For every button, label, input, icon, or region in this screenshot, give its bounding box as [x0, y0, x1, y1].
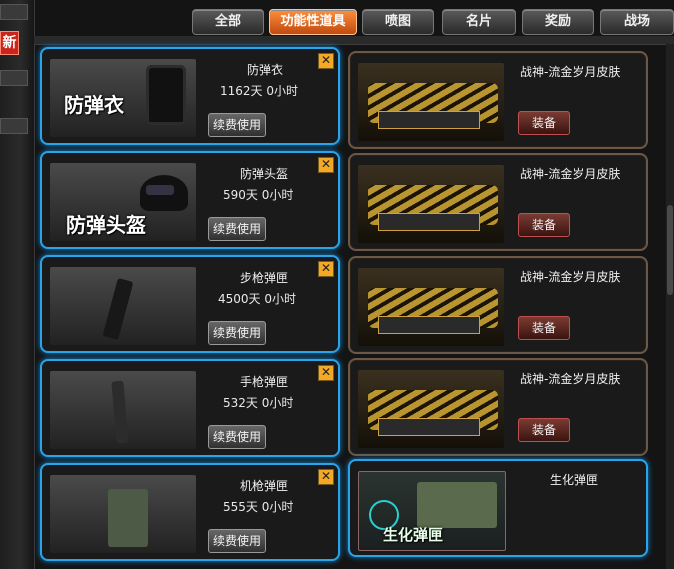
side-notch: [0, 70, 28, 86]
item-name: 生化弹匣: [550, 473, 599, 487]
skin-card[interactable]: 战神-流金岁月皮肤 装备: [348, 358, 648, 456]
close-icon[interactable]: ✕: [318, 261, 334, 277]
tab-name-cards[interactable]: 名片: [442, 9, 516, 35]
tab-divider: [34, 36, 674, 45]
bio-ammo-card[interactable]: 生化弹匣 生化弹匣: [348, 459, 648, 557]
equip-button[interactable]: 装备: [518, 213, 570, 237]
item-name: 机枪弹匣: [240, 479, 289, 493]
item-name: 战神-流金岁月皮肤: [520, 65, 621, 79]
scroll-thumb[interactable]: [667, 205, 673, 295]
side-notch: [0, 118, 28, 134]
item-card-pistol-magazine[interactable]: 手枪弹匣 532天 0小时 续费使用 ✕: [40, 359, 340, 457]
weapon-body: [378, 111, 480, 129]
item-thumbnail: [358, 63, 504, 141]
equip-button[interactable]: 装备: [518, 418, 570, 442]
item-card-helmet[interactable]: 防弹头盔 防弹头盔 590天 0小时 续费使用 ✕: [40, 151, 340, 249]
item-thumbnail: [50, 475, 196, 553]
item-duration: 555天 0小时: [223, 500, 294, 514]
vest-icon: [146, 65, 186, 125]
close-icon[interactable]: ✕: [318, 157, 334, 173]
helmet-visor: [146, 185, 174, 195]
renew-button[interactable]: 续费使用: [208, 529, 266, 553]
item-name: 防弹头盔: [240, 167, 289, 181]
weapon-body: [378, 316, 480, 334]
item-duration: 1162天 0小时: [220, 84, 298, 98]
thumb-caption: 防弹衣: [64, 93, 124, 117]
item-thumbnail: [50, 267, 196, 345]
side-notch: [0, 4, 28, 20]
item-name: 防弹衣: [247, 63, 284, 77]
tab-functional-items[interactable]: 功能性道具: [269, 9, 357, 35]
item-name: 战神-流金岁月皮肤: [520, 270, 621, 284]
item-name: 手枪弹匣: [240, 375, 289, 389]
item-duration: 4500天 0小时: [218, 292, 296, 306]
thumb-caption: 防弹头盔: [66, 213, 146, 237]
item-thumbnail: [50, 371, 196, 449]
close-icon[interactable]: ✕: [318, 469, 334, 485]
skin-card[interactable]: 战神-流金岁月皮肤 装备: [348, 153, 648, 251]
item-thumbnail: [358, 268, 504, 346]
left-side-panel: 新: [0, 0, 35, 569]
skin-card[interactable]: 战神-流金岁月皮肤 装备: [348, 51, 648, 149]
bio-ammo-icon: [417, 482, 497, 528]
weapon-body: [378, 213, 480, 231]
pistol-magazine-icon: [111, 380, 129, 444]
item-name: 战神-流金岁月皮肤: [520, 167, 621, 181]
item-card-mg-magazine[interactable]: 机枪弹匣 555天 0小时 续费使用 ✕: [40, 463, 340, 561]
renew-button[interactable]: 续费使用: [208, 217, 266, 241]
scrollbar[interactable]: [666, 44, 674, 569]
renew-button[interactable]: 续费使用: [208, 321, 266, 345]
item-thumbnail: [358, 165, 504, 243]
equip-button[interactable]: 装备: [518, 111, 570, 135]
weapon-body: [378, 418, 480, 436]
close-icon[interactable]: ✕: [318, 365, 334, 381]
tab-battlefield[interactable]: 战场: [600, 9, 674, 35]
item-thumbnail: 防弹头盔: [50, 163, 196, 241]
tab-all[interactable]: 全部: [192, 9, 264, 35]
item-duration: 532天 0小时: [223, 396, 294, 410]
mg-magazine-icon: [108, 489, 148, 547]
item-thumbnail: [358, 370, 504, 448]
item-name: 战神-流金岁月皮肤: [520, 372, 621, 386]
close-icon[interactable]: ✕: [318, 53, 334, 69]
tab-rewards[interactable]: 奖励: [522, 9, 594, 35]
thumb-caption: 生化弹匣: [383, 526, 444, 544]
item-name: 步枪弹匣: [240, 271, 289, 285]
tab-sprays[interactable]: 喷图: [362, 9, 434, 35]
rifle-magazine-icon: [102, 277, 134, 341]
skin-card[interactable]: 战神-流金岁月皮肤 装备: [348, 256, 648, 354]
item-card-vest[interactable]: 防弹衣 防弹衣 1162天 0小时 续费使用 ✕: [40, 47, 340, 145]
item-card-rifle-magazine[interactable]: 步枪弹匣 4500天 0小时 续费使用 ✕: [40, 255, 340, 353]
item-duration: 590天 0小时: [223, 188, 294, 202]
item-thumbnail: 生化弹匣: [358, 471, 506, 551]
equip-button[interactable]: 装备: [518, 316, 570, 340]
renew-button[interactable]: 续费使用: [208, 113, 266, 137]
new-badge[interactable]: 新: [0, 31, 19, 55]
renew-button[interactable]: 续费使用: [208, 425, 266, 449]
item-thumbnail: 防弹衣: [50, 59, 196, 137]
